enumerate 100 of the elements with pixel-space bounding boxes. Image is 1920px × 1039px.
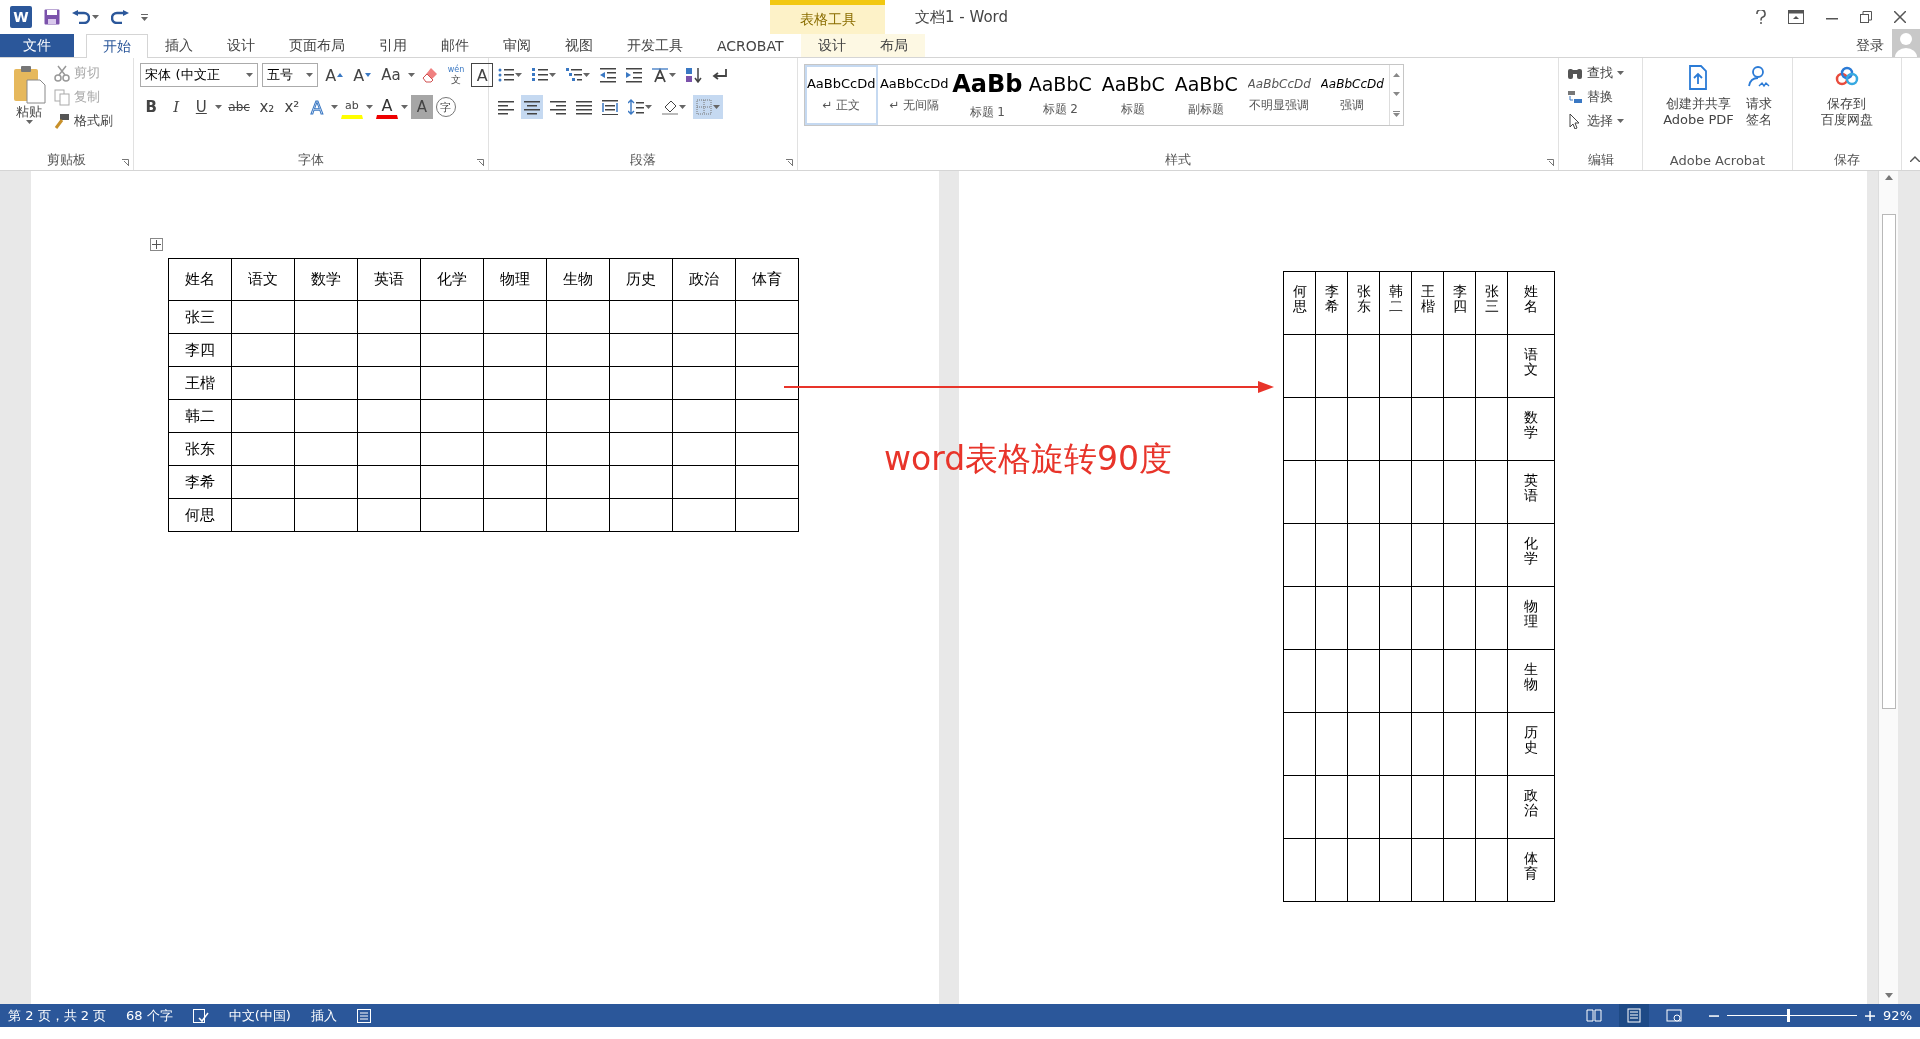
font-tool-button[interactable]: A bbox=[471, 63, 494, 87]
table-cell bbox=[1379, 775, 1412, 839]
ribbon-tab[interactable]: 插入 bbox=[148, 34, 210, 57]
web-layout-icon bbox=[1666, 1008, 1683, 1023]
table-cell bbox=[294, 432, 358, 466]
close-icon[interactable] bbox=[1894, 11, 1906, 23]
sign-in-link[interactable]: 登录 bbox=[1856, 36, 1884, 55]
ribbon-tab[interactable]: 设计 bbox=[210, 34, 272, 57]
table-move-handle-icon[interactable] bbox=[150, 238, 163, 251]
ribbon-large-button[interactable]: 创建并共享 Adobe PDF bbox=[1657, 62, 1740, 150]
table-cell bbox=[1379, 712, 1412, 776]
paragraph-tool-button[interactable] bbox=[521, 95, 544, 119]
table-cell bbox=[357, 333, 421, 367]
more-icon[interactable] bbox=[1392, 111, 1400, 118]
table-cell bbox=[1411, 775, 1444, 839]
font-tool-button[interactable]: x₂ bbox=[255, 95, 278, 119]
font-tool-button[interactable]: A bbox=[350, 63, 375, 87]
table-cell bbox=[1443, 586, 1476, 650]
ribbon-large-button[interactable]: 请求 签名 bbox=[1739, 62, 1778, 150]
table-cell bbox=[672, 300, 736, 334]
scroll-down-icon[interactable] bbox=[1392, 92, 1400, 96]
font-tool-button[interactable]: Aa bbox=[378, 63, 404, 87]
proofing-icon[interactable] bbox=[192, 1008, 209, 1023]
caret-icon bbox=[645, 105, 653, 109]
scroll-up-icon[interactable] bbox=[1392, 72, 1400, 77]
table-cell bbox=[1347, 775, 1380, 839]
book-icon bbox=[1586, 1008, 1603, 1023]
table-cell bbox=[483, 300, 547, 334]
ribbon-tab[interactable]: 审阅 bbox=[486, 34, 548, 57]
clipboard-button[interactable]: 格式刷 bbox=[52, 110, 115, 132]
table-cell bbox=[1411, 460, 1444, 524]
save-icon[interactable] bbox=[44, 9, 60, 25]
copy-icon bbox=[54, 88, 70, 106]
font-name-field[interactable]: 宋体 (中文正 bbox=[140, 63, 259, 87]
caret-icon bbox=[25, 120, 33, 125]
table-cell bbox=[1283, 397, 1316, 461]
help-icon[interactable] bbox=[1756, 10, 1766, 24]
style-item[interactable]: AaBbCcDd ↵ 正文 bbox=[804, 65, 878, 125]
scroll-up-icon[interactable] bbox=[1884, 175, 1893, 180]
zoom-in-icon[interactable] bbox=[1865, 1010, 1876, 1021]
font-tool-button[interactable]: ab bbox=[340, 95, 363, 119]
table-cell bbox=[1283, 712, 1316, 776]
ribbon-tab[interactable]: 引用 bbox=[362, 34, 424, 57]
ribbon-tab[interactable]: 页面布局 bbox=[272, 34, 362, 57]
table-cell bbox=[1379, 460, 1412, 524]
restore-icon[interactable] bbox=[1860, 11, 1872, 23]
dialog-launcher-icon[interactable] bbox=[1546, 159, 1554, 166]
font-tool-button[interactable]: U bbox=[190, 95, 213, 119]
vertical-scrollbar[interactable] bbox=[1878, 171, 1898, 1004]
zoom-percentage[interactable]: 92% bbox=[1883, 1008, 1912, 1023]
word-count[interactable]: 68 个字 bbox=[126, 1006, 173, 1025]
font-tool-button[interactable]: A bbox=[410, 95, 433, 119]
ribbon-large-button[interactable]: 保存到 百度网盘 bbox=[1814, 62, 1879, 150]
editing-button[interactable]: 替换 bbox=[1564, 86, 1626, 108]
table-cell bbox=[357, 366, 421, 400]
table-cell bbox=[1315, 460, 1348, 524]
ribbon-tab[interactable]: 开发工具 bbox=[610, 34, 700, 57]
editing-button[interactable]: 选择 bbox=[1564, 110, 1626, 132]
ribbon-tab[interactable]: 文件 bbox=[0, 34, 74, 57]
table-cell bbox=[1379, 523, 1412, 587]
ribbon-tab[interactable]: 开始 bbox=[86, 34, 148, 58]
font-tool-button[interactable]: A bbox=[375, 95, 398, 119]
dialog-launcher-icon[interactable] bbox=[122, 159, 130, 166]
font-tool-button[interactable]: wén 文 bbox=[444, 63, 468, 87]
replace-icon bbox=[1566, 89, 1583, 105]
scrollbar-thumb[interactable] bbox=[1881, 214, 1896, 709]
ribbon-tab[interactable]: 设计 bbox=[800, 34, 863, 57]
font-tool-button[interactable]: A bbox=[322, 63, 347, 87]
table-cell bbox=[1347, 397, 1380, 461]
font-tool-button[interactable]: x² bbox=[280, 95, 303, 119]
font-tool-button[interactable]: B bbox=[140, 95, 163, 119]
scroll-down-icon[interactable] bbox=[1884, 993, 1893, 998]
ribbon-display-icon[interactable] bbox=[1788, 10, 1804, 24]
font-tool-button[interactable]: I bbox=[165, 95, 188, 119]
dialog-launcher-icon[interactable] bbox=[785, 159, 793, 166]
zoom-slider-thumb[interactable] bbox=[1786, 1009, 1790, 1022]
caret-icon bbox=[713, 105, 721, 109]
customize-caret-icon[interactable] bbox=[141, 13, 148, 21]
ribbon-tab[interactable]: 邮件 bbox=[424, 34, 486, 57]
font-tool-button[interactable]: abc bbox=[225, 95, 253, 119]
page-count[interactable]: 第 2 页，共 2 页 bbox=[8, 1006, 107, 1025]
table-cell: 体育 bbox=[1507, 838, 1555, 902]
insert-mode-indicator[interactable]: 插入 bbox=[310, 1006, 337, 1025]
table-cell bbox=[357, 399, 421, 433]
macro-record-icon[interactable] bbox=[356, 1008, 371, 1023]
table-cell bbox=[735, 300, 799, 334]
paste-button[interactable]: 粘贴 bbox=[6, 62, 52, 150]
collapse-ribbon-icon[interactable] bbox=[1910, 156, 1920, 162]
ribbon-tab[interactable]: ACROBAT bbox=[700, 34, 801, 57]
view-mode-button[interactable] bbox=[1619, 1004, 1650, 1027]
editing-button[interactable]: 查找 bbox=[1564, 62, 1626, 84]
font-size-field[interactable]: 五号 bbox=[262, 63, 319, 87]
ribbon-tab[interactable]: 视图 bbox=[548, 34, 610, 57]
table-cell bbox=[546, 399, 610, 433]
redo-icon[interactable] bbox=[111, 10, 129, 24]
ribbon-tab[interactable]: 布局 bbox=[862, 34, 925, 57]
language-indicator[interactable]: 中文(中国) bbox=[228, 1006, 291, 1025]
dialog-launcher-icon[interactable] bbox=[477, 159, 485, 166]
undo-icon[interactable] bbox=[72, 10, 90, 24]
justify-icon bbox=[576, 99, 593, 115]
